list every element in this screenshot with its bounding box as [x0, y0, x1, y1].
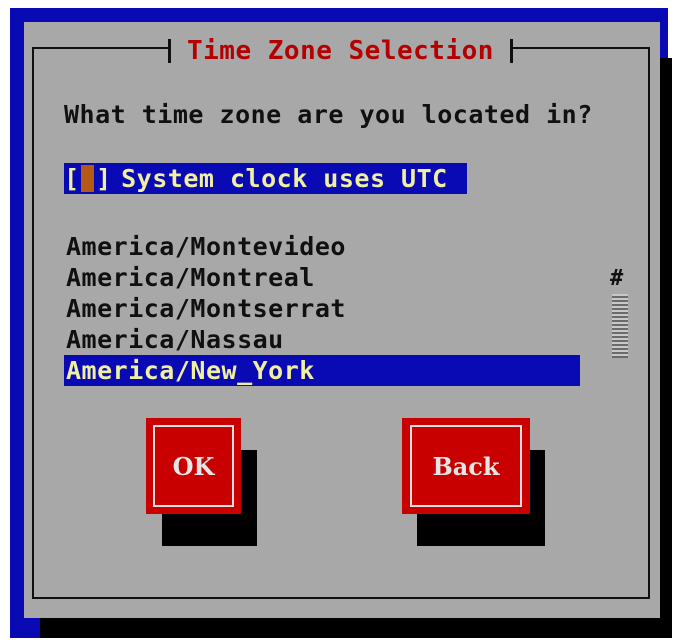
title-right-bar	[509, 39, 513, 63]
checkbox-cursor	[81, 165, 95, 192]
list-item[interactable]: America/Nassau	[64, 324, 580, 355]
list-item[interactable]: America/Montserrat	[64, 293, 580, 324]
back-button-label: Back	[410, 425, 522, 507]
dialog-title-wrap: Time Zone Selection	[168, 36, 513, 66]
timezone-dialog: Time Zone Selection What time zone are y…	[24, 22, 660, 618]
ok-button-label: OK	[153, 425, 234, 507]
back-button[interactable]: Back	[402, 418, 530, 514]
timezone-list[interactable]: America/Montevideo America/Montreal Amer…	[64, 231, 580, 386]
scroll-indicator-hash: #	[610, 266, 624, 291]
dialog-title: Time Zone Selection	[187, 36, 494, 66]
checkbox-open-bracket: [	[64, 164, 80, 193]
ok-button[interactable]: OK	[146, 418, 241, 514]
timezone-question: What time zone are you located in?	[64, 100, 593, 129]
list-item[interactable]: America/Montreal	[64, 262, 580, 293]
list-item-selected[interactable]: America/New_York	[64, 355, 580, 386]
screen-background: Time Zone Selection What time zone are y…	[10, 8, 672, 638]
utc-checkbox-label: System clock uses UTC	[121, 164, 448, 193]
scrollbar-thumb[interactable]	[612, 294, 628, 358]
checkbox-close-bracket: ]	[96, 164, 112, 193]
utc-checkbox[interactable]: [ ] System clock uses UTC	[64, 163, 467, 194]
list-item[interactable]: America/Montevideo	[64, 231, 580, 262]
